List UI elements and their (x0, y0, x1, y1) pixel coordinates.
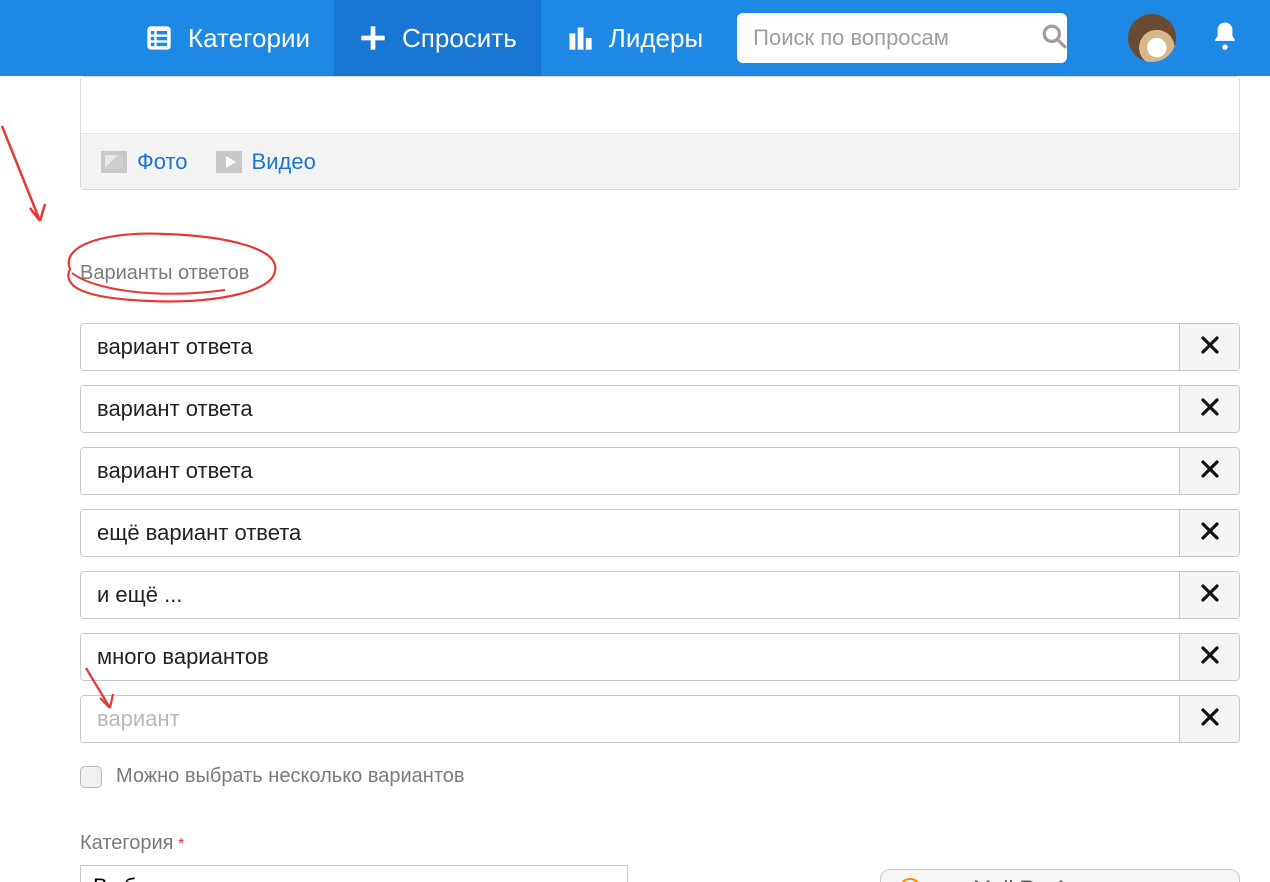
answer-options-heading: Варианты ответов (80, 262, 1240, 285)
mailru-agent-button[interactable]: @ Mail.Ru Агент (880, 869, 1240, 882)
answer-option-row (80, 695, 1240, 743)
remove-option-button[interactable] (1179, 510, 1239, 556)
editor-toolbar: Фото Видео (81, 133, 1239, 189)
nav-label: Лидеры (609, 23, 703, 54)
avatar[interactable] (1128, 14, 1176, 62)
page-body: Фото Видео Варианты ответов Можно выбрат… (0, 76, 1270, 882)
remove-option-button[interactable] (1179, 448, 1239, 494)
answer-options-list (80, 323, 1240, 743)
close-icon (1200, 707, 1220, 732)
attach-photo-button[interactable]: Фото (101, 149, 188, 175)
answer-option-row (80, 323, 1240, 371)
agent-label: Mail.Ru Агент (973, 876, 1110, 882)
question-editor: Фото Видео (80, 76, 1240, 190)
top-navbar: Категории Спросить Лидеры (0, 0, 1270, 76)
toolbar-label: Видео (252, 149, 316, 175)
answer-option-input[interactable] (81, 634, 1179, 680)
toolbar-label: Фото (137, 149, 188, 175)
bars-icon (565, 23, 595, 53)
answer-option-input[interactable] (81, 510, 1179, 556)
close-icon (1200, 521, 1220, 546)
photo-icon (101, 151, 127, 173)
category-label: Категория (80, 832, 174, 854)
attach-video-button[interactable]: Видео (216, 149, 316, 175)
close-icon (1200, 459, 1220, 484)
remove-option-button[interactable] (1179, 386, 1239, 432)
nav-ask[interactable]: Спросить (334, 0, 541, 76)
editor-textarea[interactable] (81, 77, 1239, 133)
at-icon: @ (899, 878, 921, 882)
answer-option-input[interactable] (81, 572, 1179, 618)
topbar-right (1128, 14, 1270, 62)
answer-option-row (80, 385, 1240, 433)
search-box (737, 13, 1067, 63)
allow-multiple-checkbox[interactable] (80, 766, 102, 788)
category-select[interactable]: Выберите категорию (80, 865, 628, 882)
nav-leaders[interactable]: Лидеры (541, 0, 727, 76)
allow-multiple-row: Можно выбрать несколько вариантов (80, 765, 1240, 788)
nav-label: Спросить (402, 23, 517, 54)
answer-option-input[interactable] (81, 696, 1179, 742)
bell-icon (1210, 39, 1240, 56)
required-marker: * (178, 836, 184, 853)
answer-option-input[interactable] (81, 386, 1179, 432)
close-icon (1200, 397, 1220, 422)
nav-label: Категории (188, 23, 310, 54)
answer-option-input[interactable] (81, 324, 1179, 370)
answer-option-row (80, 571, 1240, 619)
search-button[interactable] (1041, 22, 1067, 54)
close-icon (1200, 335, 1220, 360)
remove-option-button[interactable] (1179, 696, 1239, 742)
list-icon (144, 23, 174, 53)
answer-option-row (80, 633, 1240, 681)
remove-option-button[interactable] (1179, 324, 1239, 370)
notifications-button[interactable] (1210, 20, 1240, 57)
search-input[interactable] (753, 25, 1041, 51)
search-icon (1041, 23, 1067, 54)
nav-categories[interactable]: Категории (120, 0, 334, 76)
close-icon (1200, 645, 1220, 670)
allow-multiple-label: Можно выбрать несколько вариантов (116, 765, 465, 788)
category-label-row: Категория * (80, 832, 1240, 855)
close-icon (1200, 583, 1220, 608)
remove-option-button[interactable] (1179, 572, 1239, 618)
answer-option-input[interactable] (81, 448, 1179, 494)
answer-option-row (80, 509, 1240, 557)
plus-icon (358, 23, 388, 53)
answer-option-row (80, 447, 1240, 495)
remove-option-button[interactable] (1179, 634, 1239, 680)
video-icon (216, 151, 242, 173)
